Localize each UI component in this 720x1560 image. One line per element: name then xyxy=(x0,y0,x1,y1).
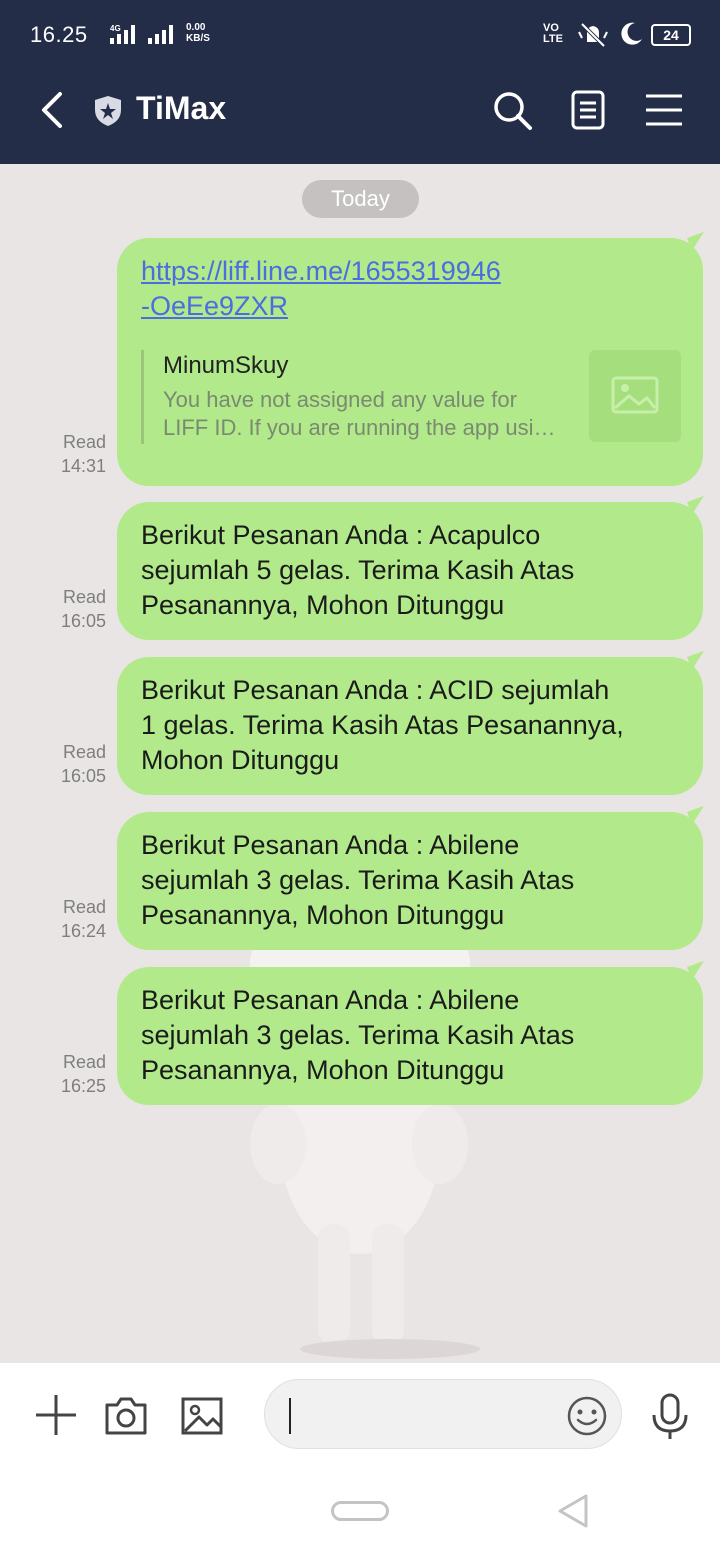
signal-icon xyxy=(148,25,173,44)
message-meta: Read 16:05 xyxy=(40,740,106,788)
message-time: 16:24 xyxy=(60,921,106,941)
image-icon[interactable] xyxy=(179,1393,225,1439)
link-line-2: -OeEe9ZXR xyxy=(141,291,289,321)
preview-title: MinumSkuy xyxy=(163,352,289,379)
status-bar: 16.25 4G 0.00 KB/S VO LTE 24 xyxy=(0,0,720,72)
message-link[interactable]: https://liff.line.me/1655319946 -OeEe9ZX… xyxy=(141,254,501,324)
system-navigation-bar xyxy=(0,1463,720,1560)
message-bubble-link[interactable]: https://liff.line.me/1655319946 -OeEe9ZX… xyxy=(117,238,703,486)
message-bubble-text[interactable]: Berikut Pesanan Anda : ACID sejumlah 1 g… xyxy=(117,657,703,795)
read-status: Read xyxy=(62,1052,106,1072)
search-icon[interactable] xyxy=(490,88,534,132)
text-caret xyxy=(289,1398,291,1434)
hamburger-menu-icon[interactable] xyxy=(642,88,686,132)
message-line: Pesanannya, Mohon Ditunggu xyxy=(141,590,505,620)
volte-line2: LTE xyxy=(543,33,563,45)
message-text: Berikut Pesanan Anda : Acapulco sejumlah… xyxy=(141,518,679,623)
do-not-disturb-moon-icon xyxy=(621,22,642,45)
system-back-icon[interactable] xyxy=(556,1493,590,1529)
chat-title: TiMax xyxy=(136,90,227,126)
home-button[interactable] xyxy=(331,1501,389,1521)
message-line: Pesanannya, Mohon Ditunggu xyxy=(141,900,505,930)
svg-text:4G: 4G xyxy=(110,24,121,33)
message-line: sejumlah 5 gelas. Terima Kasih Atas xyxy=(141,555,575,585)
message-line: Berikut Pesanan Anda : Acapulco xyxy=(141,520,541,550)
message-line: Berikut Pesanan Anda : Abilene xyxy=(141,830,520,860)
top-bar: 16.25 4G 0.00 KB/S VO LTE 24 TiMax xyxy=(0,0,720,164)
chat-area[interactable]: Today Read 14:31 https://liff.line.me/16… xyxy=(0,164,720,1363)
read-status: Read xyxy=(62,897,106,917)
message-line: Mohon Ditunggu xyxy=(141,745,340,775)
preview-desc-line-1: You have not assigned any value for xyxy=(163,387,517,412)
net-speed-value: 0.00 xyxy=(186,22,206,33)
message-bubble-text[interactable]: Berikut Pesanan Anda : Acapulco sejumlah… xyxy=(117,502,703,640)
plus-icon[interactable] xyxy=(34,1393,78,1437)
link-line-1: https://liff.line.me/1655319946 xyxy=(141,256,501,286)
preview-accent-bar xyxy=(141,350,144,444)
message-time: 16:25 xyxy=(60,1076,106,1096)
message-input-bar xyxy=(0,1363,720,1463)
vibrate-mute-icon xyxy=(578,22,608,48)
preview-description: You have not assigned any value for LIFF… xyxy=(163,386,583,442)
back-chevron-icon[interactable] xyxy=(36,88,76,132)
message-meta: Read 16:05 xyxy=(40,585,106,633)
message-time: 14:31 xyxy=(60,456,106,476)
microphone-icon[interactable] xyxy=(648,1393,692,1441)
message-text: Berikut Pesanan Anda : ACID sejumlah 1 g… xyxy=(141,673,679,778)
message-line: sejumlah 3 gelas. Terima Kasih Atas xyxy=(141,1020,575,1050)
read-status: Read xyxy=(62,432,106,452)
message-time: 16:05 xyxy=(60,766,106,786)
shield-star-icon xyxy=(95,96,121,126)
signal-4g-icon: 4G xyxy=(110,24,135,44)
read-status: Read xyxy=(62,587,106,607)
battery-indicator: 24 xyxy=(651,24,691,46)
notes-icon[interactable] xyxy=(566,88,610,132)
camera-icon[interactable] xyxy=(103,1393,149,1439)
preview-thumbnail xyxy=(589,350,681,442)
message-bubble-text[interactable]: Berikut Pesanan Anda : Abilene sejumlah … xyxy=(117,967,703,1105)
volte-indicator: VO LTE xyxy=(543,23,563,45)
message-bubble-text[interactable]: Berikut Pesanan Anda : Abilene sejumlah … xyxy=(117,812,703,950)
net-speed: 0.00 KB/S xyxy=(186,22,210,44)
read-status: Read xyxy=(62,742,106,762)
message-time: 16:05 xyxy=(60,611,106,631)
date-separator: Today xyxy=(302,180,419,218)
message-meta: Read 14:31 xyxy=(40,430,106,478)
message-line: Berikut Pesanan Anda : Abilene xyxy=(141,985,520,1015)
image-placeholder-icon xyxy=(611,376,659,414)
link-preview[interactable]: MinumSkuy You have not assigned any valu… xyxy=(141,350,681,444)
emoji-icon[interactable] xyxy=(565,1394,609,1438)
message-field[interactable] xyxy=(264,1379,622,1449)
preview-desc-line-2: LIFF ID. If you are running the app usi… xyxy=(163,415,556,440)
message-text: Berikut Pesanan Anda : Abilene sejumlah … xyxy=(141,983,679,1088)
message-line: sejumlah 3 gelas. Terima Kasih Atas xyxy=(141,865,575,895)
message-meta: Read 16:24 xyxy=(40,895,106,943)
message-line: 1 gelas. Terima Kasih Atas Pesanannya, xyxy=(141,710,624,740)
message-meta: Read 16:25 xyxy=(40,1050,106,1098)
message-text: Berikut Pesanan Anda : Abilene sejumlah … xyxy=(141,828,679,933)
status-time: 16.25 xyxy=(30,22,88,47)
message-input[interactable] xyxy=(289,1396,549,1434)
message-line: Pesanannya, Mohon Ditunggu xyxy=(141,1055,505,1085)
message-line: Berikut Pesanan Anda : ACID sejumlah xyxy=(141,675,610,705)
net-speed-unit: KB/S xyxy=(186,33,210,44)
